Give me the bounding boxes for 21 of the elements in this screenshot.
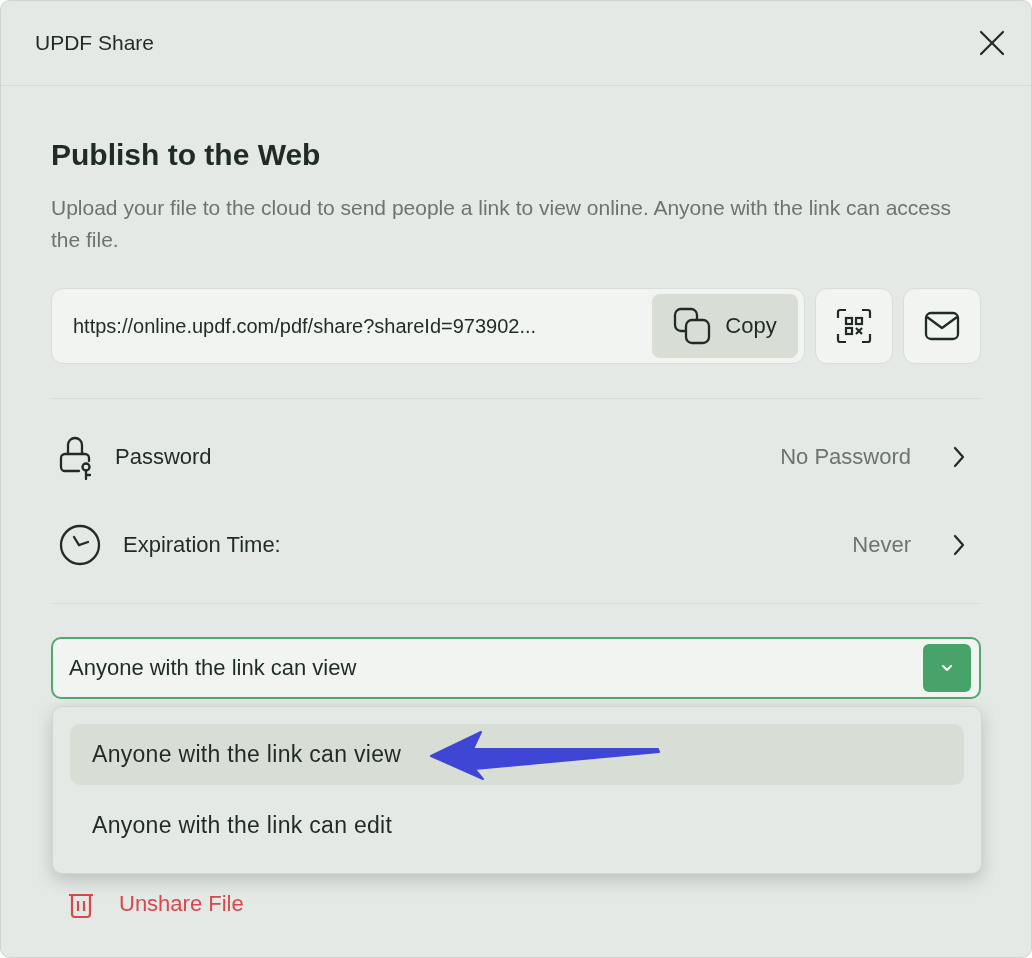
chevron-right-icon bbox=[953, 446, 965, 468]
copy-button[interactable]: Copy bbox=[652, 294, 798, 358]
envelope-icon bbox=[924, 311, 960, 341]
permission-dropdown[interactable]: Anyone with the link can view bbox=[51, 637, 981, 699]
window-title: UPDF Share bbox=[35, 31, 155, 55]
description-text: Upload your file to the cloud to send people a link to view online. Anyone with the link can access the file. bbox=[51, 195, 953, 253]
qr-code-icon bbox=[836, 308, 872, 344]
qr-code-button[interactable] bbox=[815, 288, 893, 364]
menu-option[interactable]: Anyone with the link can edit bbox=[70, 795, 964, 856]
setting-row[interactable]: Password No Password bbox=[51, 413, 981, 501]
section-heading: Publish to the Web bbox=[51, 138, 322, 172]
lock-key-icon bbox=[59, 434, 93, 480]
link-field[interactable]: https://online.updf.com/pdf/share?shareId=973902... Copy bbox=[51, 288, 805, 364]
copy-icon bbox=[673, 307, 712, 345]
setting-row[interactable]: Expiration Time: Never bbox=[51, 501, 981, 589]
chevron-down-icon bbox=[940, 663, 954, 673]
clock-icon bbox=[59, 524, 101, 566]
email-button[interactable] bbox=[903, 288, 981, 364]
chevron-right-icon bbox=[953, 534, 965, 556]
close-icon bbox=[979, 30, 1005, 56]
menu-option[interactable]: Anyone with the link can view bbox=[70, 724, 964, 785]
